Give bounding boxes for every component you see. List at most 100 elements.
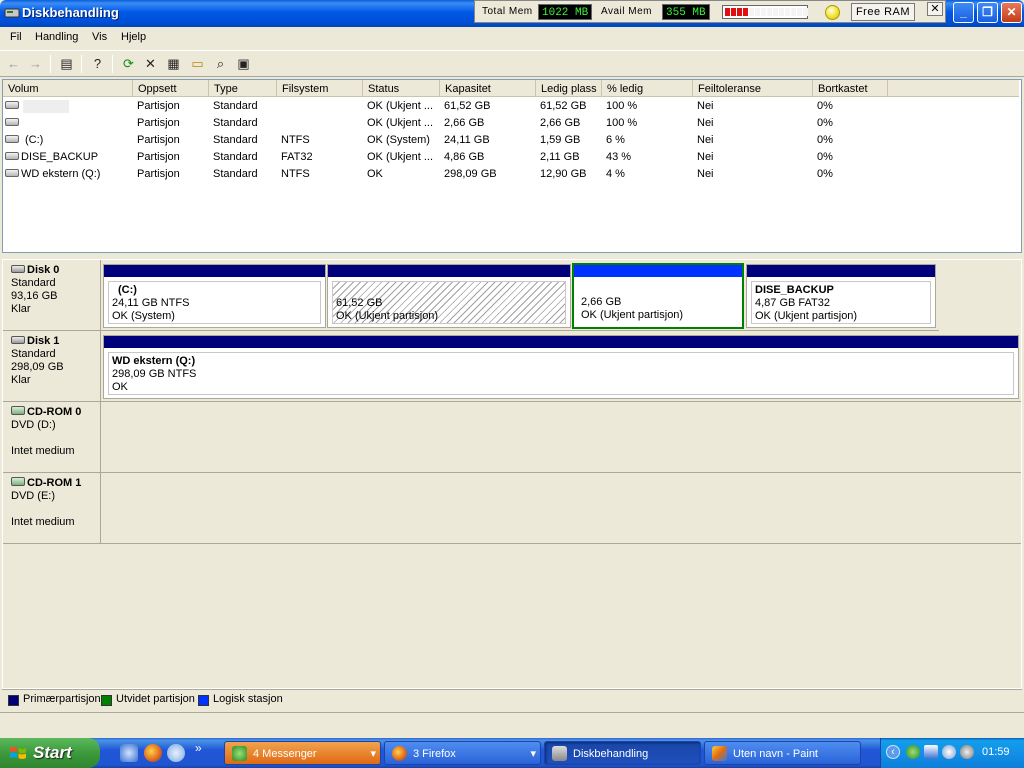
taskbar-item-diskbehandling[interactable]: Diskbehandling: [544, 741, 701, 765]
hard-drive-icon: [11, 336, 25, 344]
volume-fault-tolerance: Nei: [697, 100, 714, 112]
column-header-capacity[interactable]: Kapasitet: [440, 80, 536, 97]
properties-icon[interactable]: ▦: [165, 55, 182, 72]
partition-color-bar: [104, 265, 325, 277]
refresh-icon[interactable]: ⟳: [120, 55, 137, 72]
security-shield-icon[interactable]: [924, 745, 938, 759]
volume-filesystem: FAT32: [281, 151, 313, 163]
free-ram-button[interactable]: Free RAM: [851, 3, 915, 21]
logical-drive-selected[interactable]: 2,66 GB OK (Ukjent partisjon): [572, 263, 744, 329]
disk-graphical-view[interactable]: Disk 0 Standard 93,16 GB Klar (C:) 24,11…: [2, 259, 1022, 689]
disk-label-cdrom-1[interactable]: CD-ROM 1 DVD (E:) Intet medium: [3, 473, 101, 544]
tray-expand-button[interactable]: ‹: [886, 745, 900, 759]
taskbar-item-paint[interactable]: Uten navn - Paint: [704, 741, 861, 765]
column-header-free-space[interactable]: Ledig plass: [536, 80, 602, 97]
menu-action[interactable]: Handling: [35, 31, 78, 43]
memory-usage-segment: [779, 8, 784, 16]
partition-name: WD ekstern (Q:): [112, 355, 196, 367]
memory-usage-segment: [749, 8, 754, 16]
status-bar: [0, 712, 1024, 738]
menu-view[interactable]: Vis: [92, 31, 107, 43]
media-player-icon[interactable]: [167, 744, 185, 762]
total-mem-value: 1022 MB: [538, 4, 593, 20]
maximize-button[interactable]: ❐: [977, 2, 998, 23]
volume-list[interactable]: Volum Oppsett Type Filsystem Status Kapa…: [2, 79, 1022, 253]
quick-launch-overflow[interactable]: »: [195, 741, 202, 755]
search-icon[interactable]: ⌕: [212, 55, 229, 72]
disk-label-disk-0[interactable]: Disk 0 Standard 93,16 GB Klar: [3, 260, 101, 331]
table-row[interactable]: Partisjon Standard OK (Ukjent ... 2,66 G…: [3, 115, 1019, 132]
disk-label-cdrom-0[interactable]: CD-ROM 0 DVD (D:) Intet medium: [3, 402, 101, 473]
volume-capacity: 298,09 GB: [444, 168, 497, 180]
column-header-status[interactable]: Status: [363, 80, 440, 97]
volume-overhead: 0%: [817, 168, 833, 180]
volume-percent-free: 4 %: [606, 168, 625, 180]
volume-filesystem: NTFS: [281, 168, 310, 180]
column-header-type[interactable]: Type: [209, 80, 277, 97]
menu-help[interactable]: Hjelp: [121, 31, 146, 43]
legend: Primærpartisjon Utvidet partisjon Logisk…: [2, 689, 1022, 709]
table-row[interactable]: DISE_BACKUP Partisjon Standard FAT32 OK …: [3, 149, 1019, 166]
menu-bar: [0, 27, 1024, 49]
partition-c[interactable]: (C:) 24,11 GB NTFS OK (System): [103, 264, 326, 328]
table-row[interactable]: (C:) Partisjon Standard NTFS OK (System)…: [3, 132, 1019, 149]
partition-size: 2,66 GB: [581, 296, 622, 308]
column-header-layout[interactable]: Oppsett: [133, 80, 209, 97]
windows-logo-icon: [10, 747, 26, 759]
column-header-filesystem[interactable]: Filsystem: [277, 80, 363, 97]
column-header-percent-free[interactable]: % ledig: [602, 80, 693, 97]
back-icon[interactable]: ←: [5, 55, 22, 72]
volume-status: OK (Ukjent ...: [367, 100, 434, 112]
table-row[interactable]: Partisjon Standard OK (Ukjent ... 61,52 …: [3, 98, 1019, 115]
table-row[interactable]: WD ekstern (Q:) Partisjon Standard NTFS …: [3, 166, 1019, 183]
partition-name: (C:): [118, 284, 137, 296]
taskbar-item-firefox[interactable]: 3 Firefox ▾: [384, 741, 541, 765]
taskbar-item-messenger[interactable]: 4 Messenger ▾: [224, 741, 381, 765]
open-folder-icon[interactable]: ▭: [189, 55, 206, 72]
column-header-filler: [888, 80, 1019, 97]
partition-status: OK (Ukjent partisjon): [755, 310, 858, 322]
partition-size: 61,52 GB: [336, 297, 383, 309]
partition-status: OK: [112, 381, 128, 393]
disk-name: Disk 1: [27, 335, 60, 347]
memory-usage-segment: [737, 8, 742, 16]
settings-icon[interactable]: ▣: [235, 55, 252, 72]
help-icon[interactable]: ?: [89, 55, 106, 72]
volume-type: Standard: [213, 100, 258, 112]
disk-state: Klar: [11, 303, 31, 315]
column-header-fault-tolerance[interactable]: Feiltoleranse: [693, 80, 813, 97]
memory-usage-segment: [755, 8, 760, 16]
volume-free-space: 2,66 GB: [540, 117, 581, 129]
forward-icon[interactable]: →: [27, 55, 44, 72]
volume-free-space: 61,52 GB: [540, 100, 587, 112]
menu-file[interactable]: Fil: [10, 31, 22, 43]
disk-name: Disk 0: [27, 264, 60, 276]
minimize-button[interactable]: _: [953, 2, 974, 23]
partition-status: OK (Ukjent partisjon): [581, 309, 684, 321]
network-icon[interactable]: [960, 745, 974, 759]
firefox-icon[interactable]: [144, 744, 162, 762]
memory-usage-segment: [803, 8, 808, 16]
partition-wd-ekstern[interactable]: WD ekstern (Q:) 298,09 GB NTFS OK: [103, 335, 1019, 399]
disk-row-cdrom-1[interactable]: [101, 473, 1021, 544]
partition-dise-backup[interactable]: DISE_BACKUP 4,87 GB FAT32 OK (Ukjent par…: [746, 264, 936, 328]
volume-icon[interactable]: [942, 745, 956, 759]
column-header-overhead[interactable]: Bortkastet: [813, 80, 888, 97]
show-desktop-icon[interactable]: [120, 744, 138, 762]
close-button[interactable]: ✕: [1001, 2, 1022, 23]
memory-widget-close-button[interactable]: ✕: [927, 2, 943, 16]
messenger-tray-icon[interactable]: [906, 745, 920, 759]
disk-label-disk-1[interactable]: Disk 1 Standard 298,09 GB Klar: [3, 331, 101, 402]
delete-icon[interactable]: ✕: [142, 55, 159, 72]
column-header-volume[interactable]: Volum: [3, 80, 133, 97]
total-mem-label: Total Mem: [482, 6, 533, 17]
console-tree-icon[interactable]: ▤: [58, 55, 75, 72]
memory-usage-bar: [722, 5, 808, 19]
toolbar-separator: [112, 55, 113, 73]
volume-status: OK (System): [367, 134, 430, 146]
volume-type: Standard: [213, 117, 258, 129]
hard-drive-icon: [11, 265, 25, 273]
disk-row-cdrom-0[interactable]: [101, 402, 1021, 473]
volume-capacity: 4,86 GB: [444, 151, 485, 163]
partition-unknown-61gb[interactable]: 61,52 GB OK (Ukjent partisjon): [327, 264, 571, 328]
